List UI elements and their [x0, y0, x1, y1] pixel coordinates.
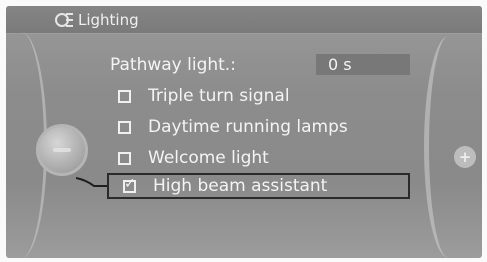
- pathway-light-row[interactable]: Pathway light.:: [110, 54, 236, 76]
- menu-item-label: Daytime running lamps: [148, 117, 348, 137]
- menu-item-triple-turn-signal[interactable]: Triple turn signal: [110, 85, 290, 107]
- checkmark-icon: ✓: [124, 175, 136, 192]
- menu-item-label: High beam assistant: [153, 176, 328, 196]
- display-screen: Lighting + Pathway light.: 0 s Triple tu…: [6, 6, 482, 258]
- lighting-menu: Pathway light.: 0 s Triple turn signal D…: [6, 6, 482, 258]
- menu-item-label: Welcome light: [148, 148, 269, 168]
- checked-checkbox-icon[interactable]: ✓: [123, 176, 136, 193]
- menu-item-high-beam-assistant[interactable]: ✓ High beam assistant: [107, 173, 410, 199]
- pathway-light-value[interactable]: 0 s: [316, 54, 410, 75]
- pathway-light-label: Pathway light.:: [110, 55, 236, 75]
- menu-item-daytime-running-lamps[interactable]: Daytime running lamps: [110, 116, 348, 138]
- menu-item-label: Triple turn signal: [148, 86, 290, 106]
- menu-item-welcome-light[interactable]: Welcome light: [110, 147, 269, 169]
- checkbox-icon[interactable]: [118, 120, 131, 134]
- checkbox-icon[interactable]: [118, 151, 131, 165]
- checkbox-icon[interactable]: [118, 89, 131, 103]
